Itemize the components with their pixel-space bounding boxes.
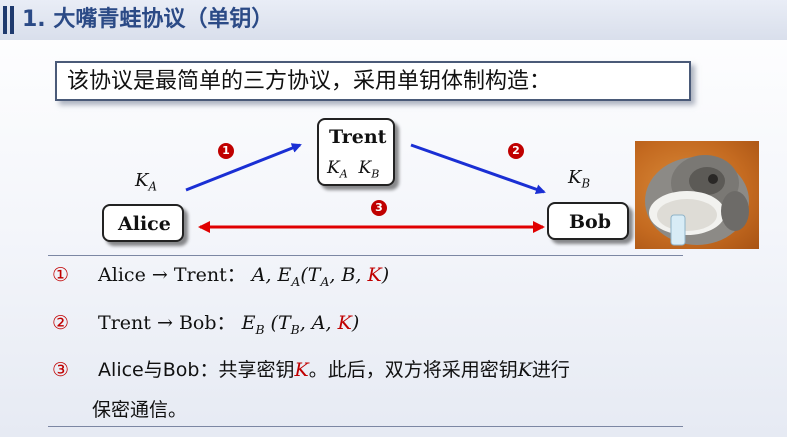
alice-key-label: KA (135, 170, 157, 194)
step-3-proceed: 进行 (531, 359, 570, 381)
arrow-glyph: → (156, 312, 173, 334)
step-3-parties: Alice与Bob： (98, 359, 219, 381)
divider (48, 255, 683, 256)
bob-key-label: KB (568, 167, 591, 191)
bob-node: Bob (547, 202, 629, 240)
step-2-to: Bob： (178, 312, 236, 334)
step-3-number: ③ (52, 359, 70, 381)
trent-node: Trent KA KB (317, 118, 395, 186)
step-2-from: Trent (98, 312, 151, 334)
arrow-glyph: → (151, 264, 168, 286)
trent-keys: KA KB (327, 158, 380, 181)
alice-label: Alice (118, 213, 171, 235)
step-2: ② Trent → Bob： EB (TB, A, K) (52, 309, 359, 344)
step-3-shared: 共享密钥 (218, 359, 295, 381)
step-3: ③ Alice与Bob：共享密钥K。此后，双方将采用密钥K进行 (52, 356, 570, 384)
step-3-then: 。此后，双方将采用密钥 (308, 359, 518, 381)
alice-node: Alice (102, 204, 184, 242)
step-marker-3: 3 (371, 200, 387, 216)
step-1: ① Alice → Trent： A, EA(TA, B, K) (52, 261, 389, 296)
step-3-key: K (294, 359, 309, 381)
step-2-number: ② (52, 312, 70, 334)
arrow-alice-to-trent (185, 143, 302, 192)
bob-label: Bob (569, 211, 612, 233)
frog-image (635, 141, 759, 249)
trent-label: Trent (329, 126, 387, 148)
step-2-message: EB (TB, A, K) (241, 312, 360, 337)
step-1-from: Alice (98, 264, 146, 286)
step-marker-1: 1 (218, 143, 234, 159)
step-1-message: A, EA(TA, B, K) (251, 264, 390, 289)
step-3-continuation: 保密通信。 (92, 399, 188, 421)
step-1-to: Trent： (173, 264, 246, 286)
step-3-key2: K (517, 359, 532, 381)
step-marker-2: 2 (508, 143, 524, 159)
arrow-trent-to-bob (410, 143, 546, 195)
step-1-number: ① (52, 264, 70, 286)
divider (48, 426, 683, 427)
